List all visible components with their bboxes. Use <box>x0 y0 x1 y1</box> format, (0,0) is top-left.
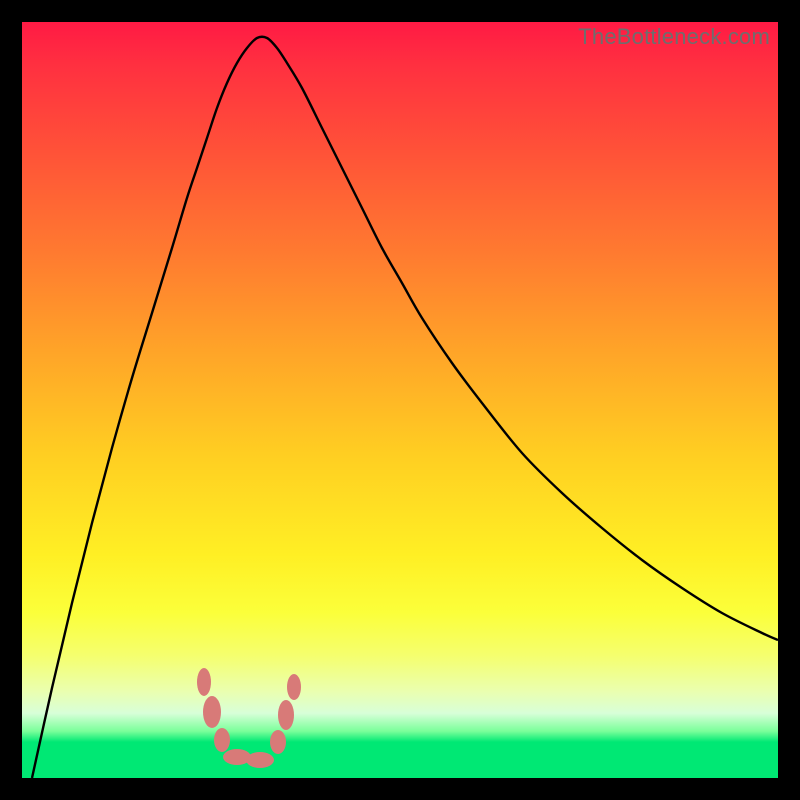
bottleneck-curve <box>32 37 778 778</box>
valley-blob <box>197 668 211 696</box>
valley-blob <box>270 730 286 754</box>
chart-frame: TheBottleneck.com <box>22 22 778 778</box>
valley-blob <box>287 674 301 700</box>
valley-blob <box>203 696 221 728</box>
watermark-text: TheBottleneck.com <box>578 24 770 50</box>
valley-blob <box>246 752 274 768</box>
valley-blobs <box>197 668 301 768</box>
curve-layer <box>22 22 778 778</box>
valley-blob <box>278 700 294 730</box>
valley-blob <box>214 728 230 752</box>
